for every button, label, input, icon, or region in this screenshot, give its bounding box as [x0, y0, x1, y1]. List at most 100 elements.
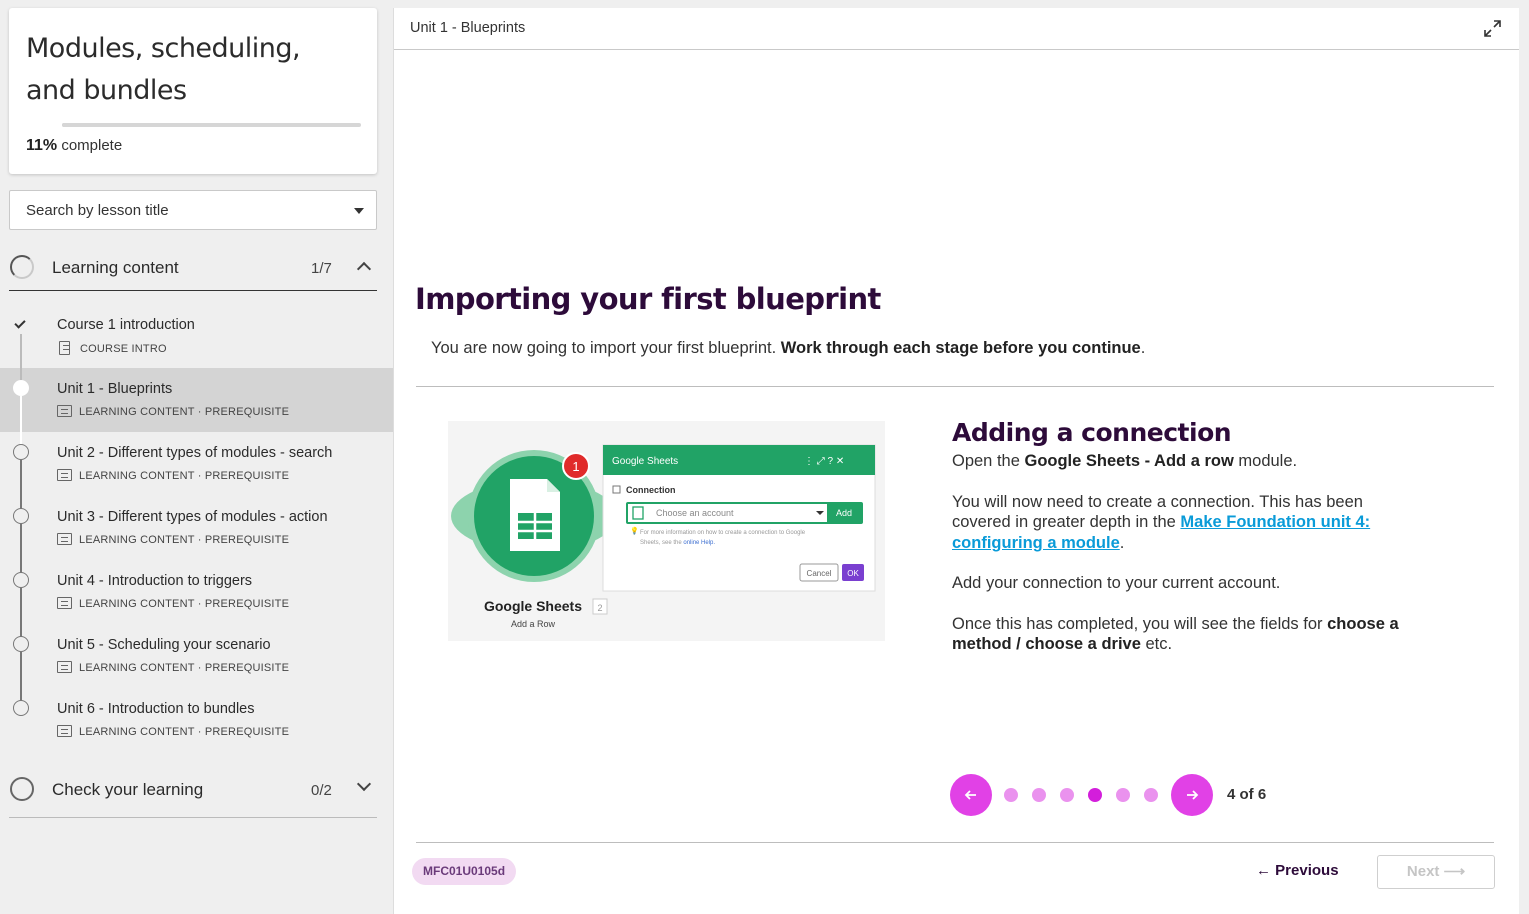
progress-text: 11% complete — [26, 137, 122, 155]
lesson-meta-text: COURSE INTRO — [80, 343, 167, 355]
progress-label: complete — [61, 137, 123, 154]
intro-text: You are now going to import your first b… — [431, 339, 781, 357]
lesson-heading: Importing your first blueprint — [415, 282, 881, 316]
progress-percent: 11% — [26, 137, 58, 154]
arrow-left-icon: ← — [1256, 862, 1276, 879]
slide-body: Open the Google Sheets - Add a row modul… — [952, 451, 1412, 675]
lesson-title: Unit 3 - Different types of modules - ac… — [57, 509, 328, 525]
app-name: Google Sheets — [484, 598, 582, 614]
lesson-title: Unit 2 - Different types of modules - se… — [57, 445, 333, 461]
lesson-meta-text: LEARNING CONTENT · PREREQUISITE — [79, 406, 290, 418]
slides-icon — [57, 533, 72, 545]
lesson-topbar: Unit 1 - Blueprints — [394, 8, 1519, 50]
dialog-title: Google Sheets — [612, 456, 678, 467]
slide-dot[interactable] — [1116, 788, 1130, 802]
lesson-search-label: Search by lesson title — [26, 202, 169, 219]
slide-dot[interactable] — [1004, 788, 1018, 802]
slides-icon — [57, 725, 72, 737]
next-lesson-button[interactable]: Next ⟶ — [1377, 855, 1495, 889]
lesson-meta: LEARNING CONTENT · PREREQUISITE — [57, 661, 289, 674]
slides-icon — [57, 661, 72, 673]
intro-end: . — [1140, 339, 1146, 357]
ok-label: OK — [847, 569, 859, 578]
slide-paragraph: You will now need to create a connection… — [952, 492, 1412, 554]
slide-paragraph: Open the Google Sheets - Add a row modul… — [952, 451, 1412, 472]
slide-illustration: 1 Google Sheets 2 Add a Row Google Sheet… — [448, 421, 885, 641]
next-label: Next — [1406, 863, 1440, 880]
slides-icon — [57, 597, 72, 609]
text: module. — [1233, 452, 1298, 470]
slide-dot-active[interactable] — [1088, 788, 1102, 802]
slide-dot[interactable] — [1060, 788, 1074, 802]
check-icon — [13, 316, 29, 332]
help-text-1: For more information on how to create a … — [640, 530, 806, 536]
slide-heading: Adding a connection — [952, 418, 1232, 447]
text: . — [1119, 533, 1125, 552]
lesson-meta: LEARNING CONTENT · PREREQUISITE — [57, 725, 289, 738]
chevron-down-icon — [356, 776, 372, 792]
progress-bar-fill — [62, 123, 95, 127]
lesson-item-unit-2[interactable]: Unit 2 - Different types of modules - se… — [0, 432, 393, 512]
google-sheets-module-illustration: 1 Google Sheets 2 Add a Row Google Sheet… — [448, 421, 885, 641]
slides-icon — [57, 469, 72, 481]
lesson-meta-text: LEARNING CONTENT · PREREQUISITE — [79, 662, 290, 674]
slide-carousel: 4 of 6 — [950, 774, 1350, 816]
lesson-item-unit-1[interactable]: Unit 1 - Blueprints LEARNING CONTENT · P… — [0, 368, 393, 448]
lesson-meta: LEARNING CONTENT · PREREQUISITE — [57, 405, 289, 418]
section-progress-ring-icon — [10, 777, 34, 801]
slide-dot[interactable] — [1144, 788, 1158, 802]
app-num: 2 — [597, 603, 602, 613]
lesson-meta: LEARNING CONTENT · PREREQUISITE — [57, 533, 289, 546]
svg-text:💡: 💡 — [630, 526, 639, 535]
divider — [416, 386, 1494, 387]
next-slide-button[interactable] — [1171, 774, 1213, 816]
course-card: Modules, scheduling, and bundles 11% com… — [9, 8, 377, 174]
lesson-title: Unit 5 - Scheduling your scenario — [57, 637, 271, 653]
lesson-title: Course 1 introduction — [57, 317, 195, 333]
lesson-item-course-intro[interactable]: Course 1 introduction COURSE INTRO — [0, 304, 393, 388]
expand-icon[interactable] — [1484, 20, 1501, 37]
lesson-status-node-icon — [13, 700, 29, 716]
previous-slide-button[interactable] — [950, 774, 992, 816]
select-placeholder: Choose an account — [656, 508, 734, 518]
lesson-meta-text: LEARNING CONTENT · PREREQUISITE — [79, 598, 290, 610]
connection-label: Connection — [626, 485, 676, 495]
text: etc. — [1140, 635, 1173, 653]
lesson-meta-text: LEARNING CONTENT · PREREQUISITE — [79, 726, 290, 738]
lesson-item-unit-4[interactable]: Unit 4 - Introduction to triggers LEARNI… — [0, 560, 393, 640]
previous-label: Previous — [1275, 862, 1339, 879]
intro-bold-text: Work through each stage before you conti… — [780, 339, 1141, 357]
cancel-label: Cancel — [807, 569, 832, 578]
lesson-list: Course 1 introduction COURSE INTRO Unit … — [0, 304, 393, 752]
lesson-status-node-icon — [13, 636, 29, 652]
course-title: Modules, scheduling, and bundles — [26, 33, 301, 106]
bold-text: Google Sheets - Add a row — [1024, 452, 1234, 470]
lesson-status-node-icon — [13, 508, 29, 524]
lesson-panel: Unit 1 - Blueprints Importing your first… — [393, 8, 1519, 914]
svg-text:⋮ ⤢ ? ✕: ⋮ ⤢ ? ✕ — [804, 456, 844, 467]
arrow-right-icon — [1187, 790, 1199, 800]
lesson-status-node-icon — [13, 380, 29, 396]
add-button-label: Add — [836, 508, 852, 518]
arrow-right-icon: ⟶ — [1439, 863, 1466, 880]
lesson-status-node-icon — [13, 444, 29, 460]
lesson-item-unit-3[interactable]: Unit 3 - Different types of modules - ac… — [0, 496, 393, 576]
section-count: 1/7 — [311, 260, 332, 277]
section-count: 0/2 — [311, 782, 332, 799]
lesson-title: Unit 6 - Introduction to bundles — [57, 701, 255, 717]
lesson-title: Unit 4 - Introduction to triggers — [57, 573, 253, 589]
previous-lesson-button[interactable]: ← Previous — [1256, 862, 1339, 879]
lesson-item-unit-6[interactable]: Unit 6 - Introduction to bundles LEARNIN… — [0, 688, 393, 752]
divider — [416, 842, 1494, 843]
lesson-title: Unit 1 - Blueprints — [57, 381, 173, 397]
slide-paragraph: Add your connection to your current acco… — [952, 574, 1281, 592]
lesson-intro: You are now going to import your first b… — [431, 339, 1145, 358]
section-check-your-learning[interactable]: Check your learning 0/2 — [9, 767, 377, 818]
timeline-line — [20, 652, 22, 704]
lesson-item-unit-5[interactable]: Unit 5 - Scheduling your scenario LEARNI… — [0, 624, 393, 704]
lesson-search-dropdown[interactable]: Search by lesson title — [9, 190, 377, 230]
slide-dot[interactable] — [1032, 788, 1046, 802]
slides-icon — [57, 405, 72, 417]
section-learning-content[interactable]: Learning content 1/7 — [9, 245, 377, 291]
caret-down-icon — [354, 208, 364, 214]
